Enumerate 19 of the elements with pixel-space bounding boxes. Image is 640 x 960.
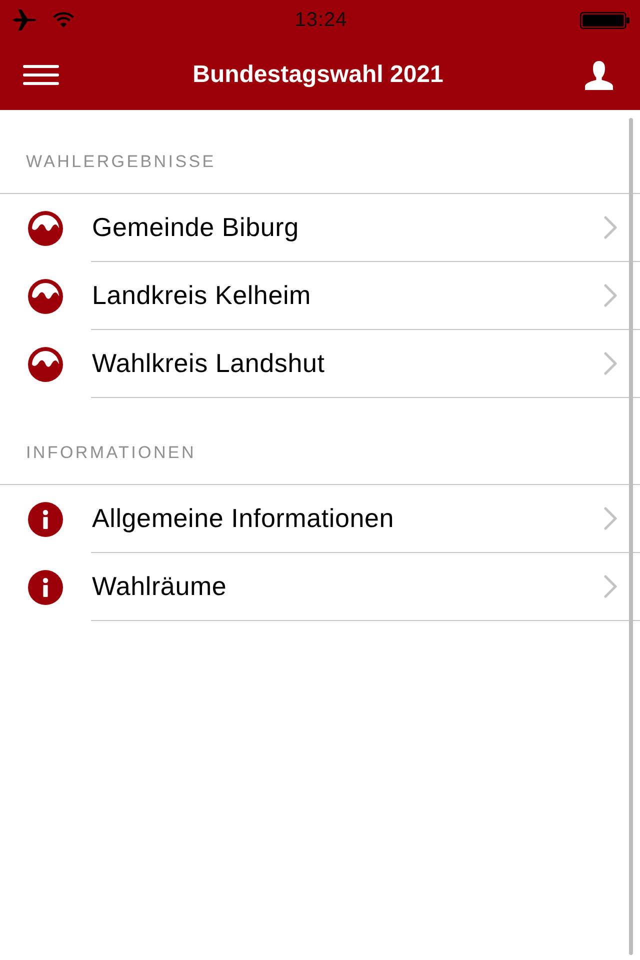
- wifi-icon: [53, 12, 74, 28]
- wave-circle-icon: [28, 210, 63, 246]
- wave-circle-icon: [28, 346, 63, 382]
- chevron-icon: [604, 216, 617, 239]
- wave-circle-icon: [28, 278, 63, 314]
- nav-title: Bundestagswahl 2021: [192, 61, 444, 89]
- menu-icon[interactable]: [23, 65, 59, 85]
- battery-icon: [580, 12, 630, 28]
- chevron-icon: [604, 507, 617, 530]
- section-header: INFORMATIONEN: [26, 443, 196, 463]
- chevron-icon: [604, 284, 617, 307]
- section-header: WAHLERGEBNISSE: [26, 152, 216, 172]
- info-icon: [28, 570, 63, 604]
- chevron-icon: [604, 575, 617, 598]
- status-time: 13:24: [294, 8, 348, 32]
- airplane-icon: [12, 9, 37, 31]
- info-icon: [28, 502, 63, 536]
- person-icon[interactable]: [585, 60, 613, 90]
- chevron-icon: [604, 352, 617, 375]
